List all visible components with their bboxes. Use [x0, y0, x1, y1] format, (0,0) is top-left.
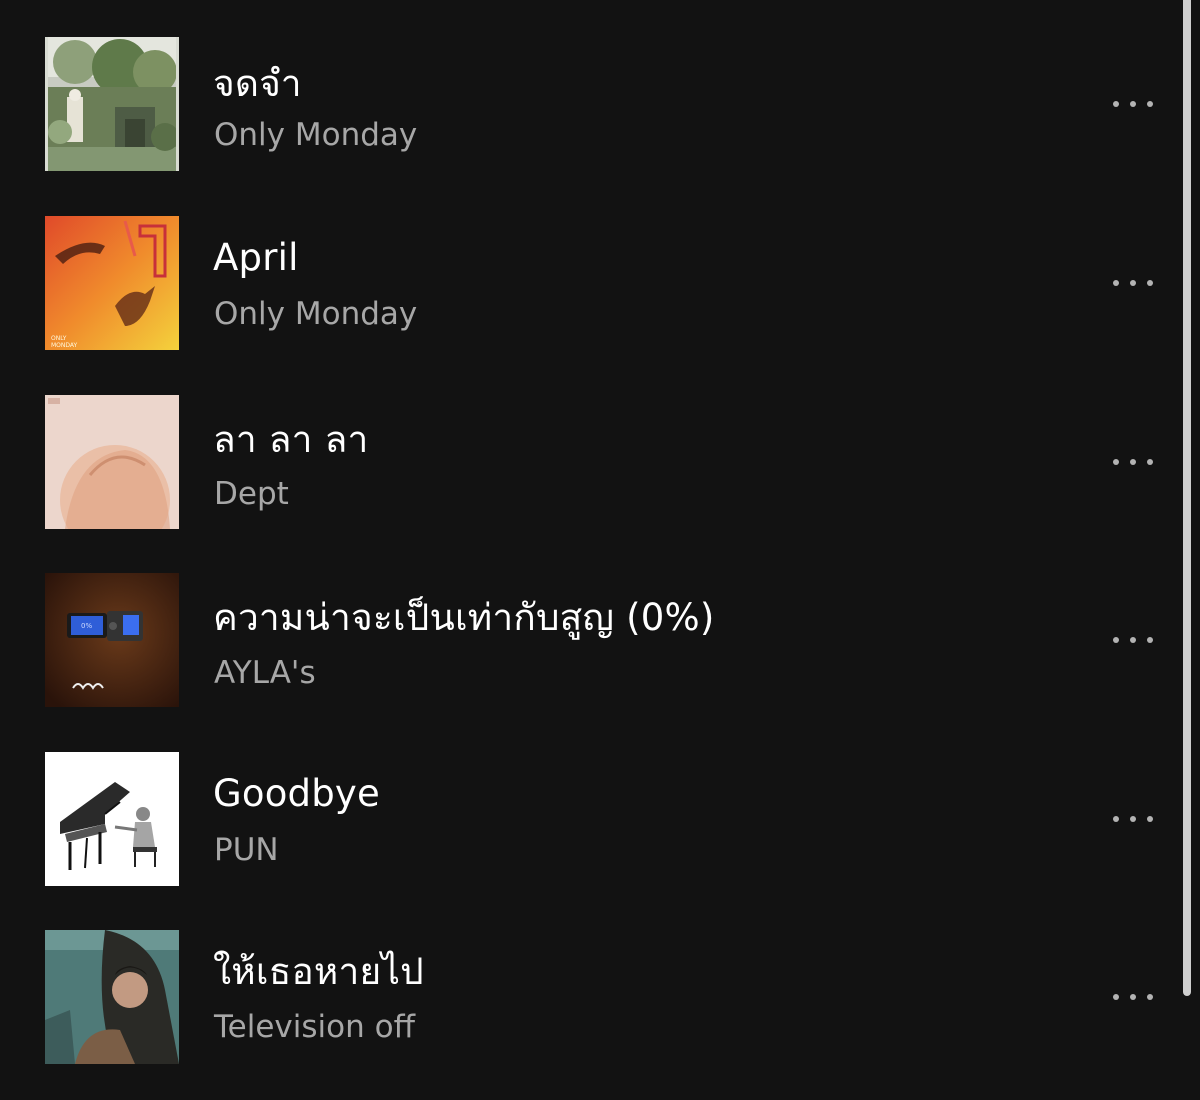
svg-text:0%: 0%	[81, 622, 92, 630]
track-artist: Only Monday	[214, 117, 418, 153]
more-options-button[interactable]	[1098, 442, 1168, 482]
album-art-image	[45, 930, 179, 1064]
album-art-orange-hands: ONLY MONDAY	[45, 216, 179, 350]
album-art-image	[45, 752, 179, 886]
album-art-image	[45, 37, 179, 171]
track-title: ความน่าจะเป็นเท่ากับสูญ (0%)	[213, 596, 715, 639]
track-artist: Television off	[214, 1009, 415, 1045]
track-title: จดจำ	[213, 62, 302, 105]
track-artist: PUN	[214, 832, 279, 868]
album-art-overgrown-ruins	[45, 37, 179, 171]
album-art-image: 0%	[45, 573, 179, 707]
track-row[interactable]: ลา ลา ลา Dept	[0, 358, 1180, 537]
more-options-icon	[1113, 459, 1153, 465]
track-row[interactable]: ONLY MONDAY April Only Monday	[0, 179, 1180, 358]
track-artist: AYLA's	[214, 655, 316, 691]
more-options-button[interactable]	[1098, 799, 1168, 839]
more-options-icon	[1113, 816, 1153, 822]
more-options-button[interactable]	[1098, 977, 1168, 1017]
more-options-icon	[1113, 280, 1153, 286]
more-options-icon	[1113, 101, 1153, 107]
track-artist: Only Monday	[214, 296, 418, 332]
track-row[interactable]: จดจำ Only Monday	[0, 0, 1180, 179]
track-title: Goodbye	[213, 772, 380, 815]
scrollbar-thumb[interactable]	[1183, 0, 1191, 996]
album-art-piano-sketch	[45, 752, 179, 886]
album-art-image: ONLY MONDAY	[45, 216, 179, 350]
album-art-image	[45, 395, 179, 529]
more-options-button[interactable]	[1098, 84, 1168, 124]
playlist-screen: จดจำ Only Monday ONLY MONDAY April Only …	[0, 0, 1200, 1100]
album-art-text: ONLY	[51, 335, 67, 342]
scrollbar[interactable]	[1181, 0, 1194, 1100]
track-row[interactable]: ให้เธอหายไป Television off	[0, 895, 1180, 1074]
album-art-teal-portrait	[45, 930, 179, 1064]
album-art-camera-screen: 0%	[45, 573, 179, 707]
track-title: ลา ลา ลา	[213, 418, 369, 461]
track-title: April	[213, 236, 299, 279]
track-artist: Dept	[214, 476, 289, 512]
more-options-button[interactable]	[1098, 263, 1168, 303]
album-art-pale-portrait	[45, 395, 179, 529]
album-art-text: MONDAY	[51, 342, 78, 349]
more-options-icon	[1113, 637, 1153, 643]
track-row[interactable]: 0% ความน่าจะเป็นเท่ากับสูญ (0%) AYLA's	[0, 537, 1180, 716]
track-list: จดจำ Only Monday ONLY MONDAY April Only …	[0, 0, 1180, 1100]
track-title: ให้เธอหายไป	[213, 950, 424, 993]
more-options-icon	[1113, 994, 1153, 1000]
track-row[interactable]: Goodbye PUN	[0, 716, 1180, 895]
more-options-button[interactable]	[1098, 620, 1168, 660]
